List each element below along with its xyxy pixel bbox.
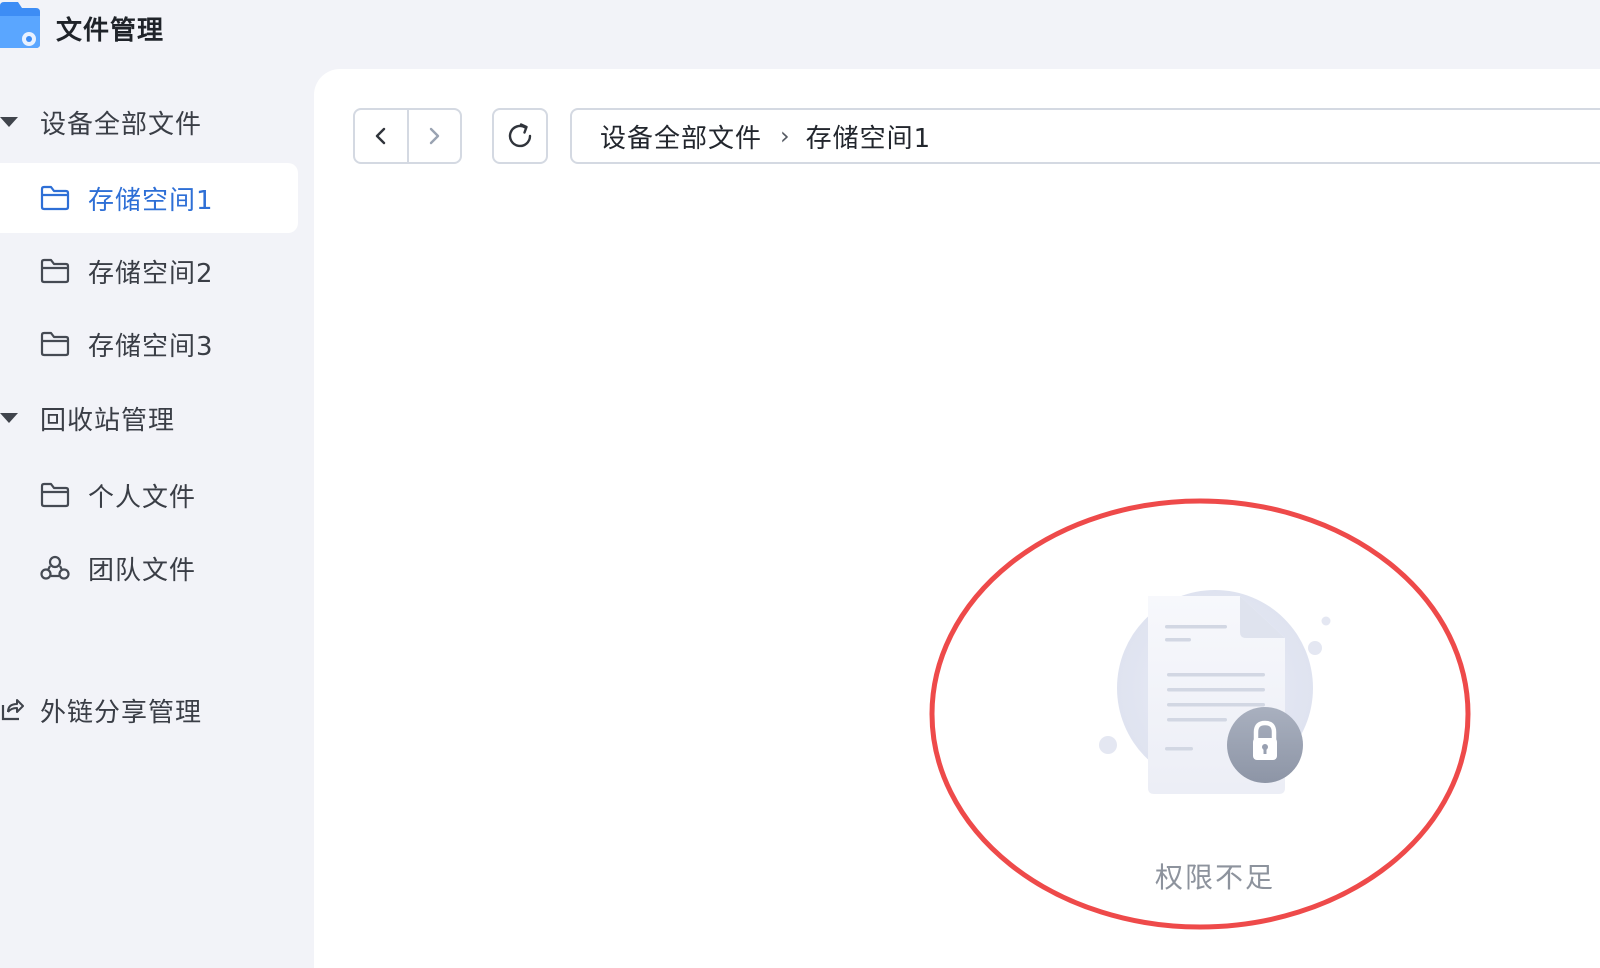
breadcrumb-item-storage-1[interactable]: 存储空间1 xyxy=(806,118,932,155)
folder-icon xyxy=(40,256,70,286)
breadcrumb: 设备全部文件 › 存储空间1 xyxy=(570,108,1600,164)
breadcrumb-item-all-files[interactable]: 设备全部文件 xyxy=(600,118,762,155)
sidebar-group-recycle-bin[interactable]: 回收站管理 xyxy=(0,398,175,438)
folder-icon xyxy=(40,183,70,213)
empty-state-message: 权限不足 xyxy=(1155,861,1276,894)
sidebar-item-team-files[interactable]: 团队文件 xyxy=(0,533,298,603)
breadcrumb-separator: › xyxy=(780,122,790,150)
main-panel: 设备全部文件 › 存储空间1 xyxy=(314,69,1600,968)
sidebar-item-storage-2[interactable]: 存储空间2 xyxy=(0,236,298,306)
caret-down-icon xyxy=(0,117,18,127)
forward-button[interactable] xyxy=(406,110,461,162)
sidebar-item-personal-files[interactable]: 个人文件 xyxy=(0,460,298,530)
sidebar-item-storage-1[interactable]: 存储空间1 xyxy=(0,163,298,233)
caret-down-icon xyxy=(0,413,18,423)
team-icon xyxy=(40,553,70,583)
history-nav xyxy=(353,108,462,164)
sidebar-item-storage-3[interactable]: 存储空间3 xyxy=(0,309,298,379)
chevron-right-icon xyxy=(430,127,440,145)
sidebar: 设备全部文件 存储空间1 存储空间2 存储空间3 回收站管理 个人文件 团队文件 xyxy=(0,70,310,968)
refresh-icon xyxy=(508,123,532,148)
sidebar-group-all-files[interactable]: 设备全部文件 xyxy=(0,102,202,142)
back-button[interactable] xyxy=(355,110,407,162)
app-logo-icon xyxy=(0,0,40,50)
refresh-button[interactable] xyxy=(492,108,548,164)
locked-document-icon xyxy=(1099,590,1331,794)
folder-icon xyxy=(40,480,70,510)
share-link-icon xyxy=(1,699,24,721)
folder-icon xyxy=(40,329,70,359)
sidebar-item-share-links[interactable]: 外链分享管理 xyxy=(0,688,202,732)
chevron-left-icon xyxy=(375,127,385,145)
app-title: 文件管理 xyxy=(56,16,165,46)
